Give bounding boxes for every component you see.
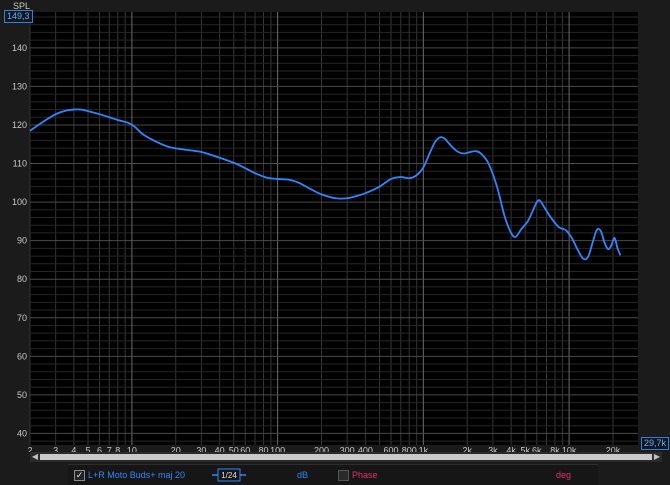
legend-bar: ✓ L+R Moto Buds+ maj 20 1/24 dB Phase de… bbox=[68, 464, 598, 485]
y-tick-label: 120 bbox=[12, 120, 27, 130]
x-tick-label: 200 bbox=[314, 445, 329, 452]
x-tick-label: 80 bbox=[258, 445, 268, 452]
y-tick-label: 140 bbox=[12, 43, 27, 53]
x-tick-label: 3 bbox=[53, 445, 58, 452]
smoothing-icon[interactable]: 1/24 bbox=[212, 468, 246, 482]
x-tick-label: 4 bbox=[71, 445, 76, 452]
phase-visibility-checkbox[interactable] bbox=[338, 470, 349, 481]
horizontal-scrollbar[interactable]: ◀ ▶ bbox=[30, 452, 662, 462]
y-tick-label: 40 bbox=[17, 428, 27, 438]
x-tick-label: 3k bbox=[488, 445, 498, 452]
y-tick-label: 110 bbox=[13, 159, 27, 169]
x-tick-label: 20k bbox=[606, 445, 621, 452]
y-tick-label: 100 bbox=[12, 197, 27, 207]
x-tick-label: 6k bbox=[532, 445, 542, 452]
series-visibility-checkbox[interactable]: ✓ bbox=[74, 470, 85, 481]
scroll-left-icon[interactable]: ◀ bbox=[30, 452, 40, 462]
x-tick-label: 20 bbox=[171, 445, 181, 452]
x-tick-label: 7 bbox=[107, 445, 112, 452]
y-tick-labels: 40 50 60 70 80 90 100 110 120 130 140 bbox=[12, 43, 27, 439]
x-tick-label: 100 bbox=[270, 445, 285, 452]
frequency-response-chart: 2 3 4 5 6 7 8 10 20 30 40 50 60 80 100 200 300 400 600 800 1… bbox=[12, 1, 638, 452]
smoothing-label: 1/24 bbox=[221, 471, 237, 480]
x-tick-label: 1k bbox=[419, 445, 429, 452]
deg-unit-label: deg bbox=[556, 470, 572, 480]
phase-label: Phase bbox=[352, 470, 378, 480]
x-tick-label: 300 bbox=[340, 445, 355, 452]
x-tick-label: 10k bbox=[562, 445, 577, 452]
scrollbar-thumb[interactable] bbox=[40, 454, 652, 460]
x-max-value-box[interactable]: 29,7k bbox=[641, 437, 670, 450]
x-tick-label: 10 bbox=[127, 445, 137, 452]
x-tick-label: 8 bbox=[115, 445, 120, 452]
x-tick-label: 8k bbox=[550, 445, 560, 452]
x-tick-label: 40 bbox=[215, 445, 225, 452]
y-tick-label: 90 bbox=[17, 236, 27, 246]
y-max-value-box[interactable]: 149,3 bbox=[4, 10, 33, 23]
y-tick-label: 70 bbox=[17, 313, 27, 323]
db-unit-label: dB bbox=[297, 470, 309, 480]
x-tick-label: 30 bbox=[196, 445, 206, 452]
y-tick-label: 50 bbox=[17, 390, 27, 400]
y-tick-label: 80 bbox=[17, 274, 27, 284]
x-tick-label: 5k bbox=[520, 445, 530, 452]
scroll-right-icon[interactable]: ▶ bbox=[652, 452, 662, 462]
x-tick-label: 50 bbox=[229, 445, 239, 452]
x-tick-label: 800 bbox=[402, 445, 417, 452]
x-tick-label: 5 bbox=[85, 445, 90, 452]
y-tick-label: 60 bbox=[17, 351, 27, 361]
series-label: L+R Moto Buds+ maj 20 bbox=[88, 470, 186, 480]
x-tick-label: 6 bbox=[97, 445, 102, 452]
x-tick-label: 60 bbox=[240, 445, 250, 452]
y-tick-label: 130 bbox=[12, 81, 27, 91]
x-tick-labels: 2 3 4 5 6 7 8 10 20 30 40 50 60 80 100 200 300 400 600 800 1… bbox=[27, 445, 620, 452]
x-tick-label: 2k bbox=[462, 445, 472, 452]
x-tick-label: 600 bbox=[384, 445, 399, 452]
x-tick-label: 4k bbox=[506, 445, 516, 452]
x-tick-label: 2 bbox=[27, 445, 32, 452]
x-tick-label: 400 bbox=[358, 445, 373, 452]
